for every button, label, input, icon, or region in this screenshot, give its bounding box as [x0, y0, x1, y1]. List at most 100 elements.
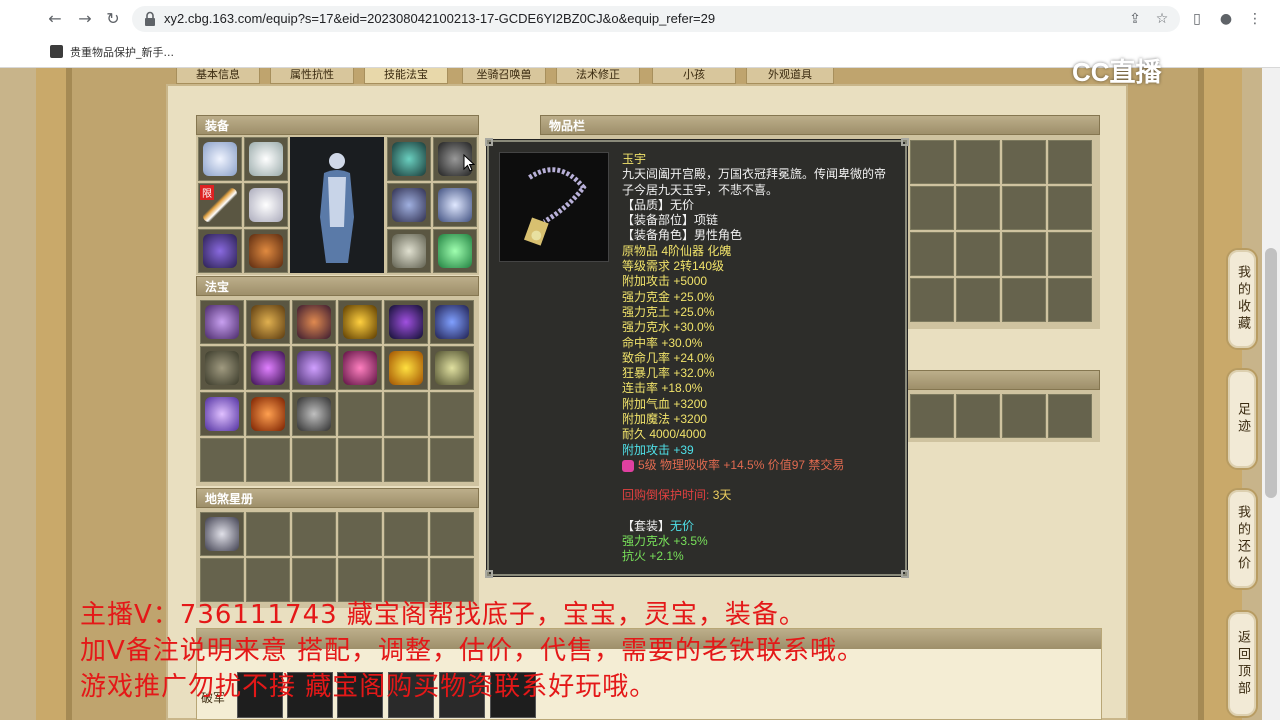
fabao-slot[interactable]	[430, 346, 474, 390]
disha-slot[interactable]	[200, 512, 244, 556]
set-value: 无价	[670, 518, 695, 533]
gem-text: 5级 物理吸收率 +14.5% 价值97 禁交易	[638, 457, 845, 472]
inventory-slot[interactable]	[956, 232, 1000, 276]
fabao-slot-empty[interactable]	[338, 392, 382, 436]
stat-line: 强力克水 +30.0%	[622, 320, 715, 335]
inventory-slot[interactable]	[1002, 278, 1046, 322]
inventory-slot[interactable]	[1048, 186, 1092, 230]
scroll-thumb[interactable]	[1265, 248, 1277, 498]
fabao-slot[interactable]	[384, 346, 428, 390]
fabao-slot[interactable]	[292, 392, 336, 436]
equip-slot-armor[interactable]	[244, 183, 288, 227]
inventory-slot[interactable]	[956, 394, 1000, 438]
inventory-slot[interactable]	[1002, 232, 1046, 276]
stat-line: 【品质】无价	[622, 197, 695, 212]
equip-slot-weapon[interactable]: 限	[198, 183, 242, 227]
reload-icon[interactable]: ↻	[102, 8, 124, 30]
inventory-slot[interactable]	[1002, 186, 1046, 230]
footprint-button[interactable]: 足迹	[1226, 368, 1258, 470]
fabao-slot[interactable]	[338, 300, 382, 344]
fabao-slot[interactable]	[338, 346, 382, 390]
fabao-slot[interactable]	[292, 346, 336, 390]
limit-badge: 限	[200, 185, 214, 200]
fabao-slot[interactable]	[292, 300, 336, 344]
inventory-slot[interactable]	[1048, 394, 1092, 438]
inventory-slot[interactable]	[910, 186, 954, 230]
fabao-slot-empty[interactable]	[430, 438, 474, 482]
fabao-slot[interactable]	[246, 346, 290, 390]
fabao-slot-empty[interactable]	[200, 438, 244, 482]
fabao-slot-empty[interactable]	[384, 438, 428, 482]
fabao-slot[interactable]	[246, 392, 290, 436]
inventory-slot[interactable]	[1002, 140, 1046, 184]
back-to-top-button[interactable]: 返回顶部	[1226, 610, 1258, 718]
equip-slot-10[interactable]	[387, 229, 431, 273]
inventory-slot[interactable]	[1002, 394, 1046, 438]
bookmark-item[interactable]: 贵重物品保护_新手...	[70, 44, 174, 60]
tab-appearance[interactable]: 外观道具	[746, 68, 834, 84]
tab-basic[interactable]: 基本信息	[176, 68, 260, 84]
set-label: 【套装】	[622, 518, 671, 533]
profile-icon[interactable]: ●	[1215, 8, 1237, 30]
back-icon[interactable]: ←	[44, 8, 66, 30]
tab-child[interactable]: 小孩	[652, 68, 736, 84]
tab-attributes[interactable]: 属性抗性	[270, 68, 354, 84]
tab-spells[interactable]: 法术修正	[556, 68, 640, 84]
stat-line: 原物品 4阶仙器 化魄	[622, 243, 732, 258]
equip-slot-necklace[interactable]	[244, 137, 288, 181]
address-bar[interactable]: xy2.cbg.163.com/equip?s=17&eid=202308042…	[132, 6, 1180, 32]
stat-line: 狂暴几率 +32.0%	[622, 366, 715, 381]
stat-line: 附加气血 +3200	[622, 396, 708, 411]
disha-slot-empty[interactable]	[430, 512, 474, 556]
disha-slot-empty[interactable]	[292, 512, 336, 556]
inventory-slot[interactable]	[1048, 278, 1092, 322]
fabao-slot[interactable]	[200, 392, 244, 436]
inventory-slot[interactable]	[910, 232, 954, 276]
browser-navbar: ← → ↻ xy2.cbg.163.com/equip?s=17&eid=202…	[0, 0, 1280, 38]
inventory-slot[interactable]	[1048, 140, 1092, 184]
equip-slot-hat[interactable]	[198, 137, 242, 181]
protect-label: 回购倒保护时间:	[622, 488, 710, 503]
bookmark-star-icon[interactable]: ☆	[1151, 8, 1173, 30]
disha-slot-empty[interactable]	[246, 512, 290, 556]
fabao-slot-empty[interactable]	[246, 438, 290, 482]
necklace-image	[499, 152, 609, 262]
equip-slot-11[interactable]	[433, 229, 477, 273]
fabao-slot[interactable]	[384, 300, 428, 344]
favorites-button[interactable]: 我的收藏	[1226, 248, 1258, 350]
equip-slot-9[interactable]	[433, 183, 477, 227]
fabao-slot-empty[interactable]	[292, 438, 336, 482]
fabao-slot-empty[interactable]	[384, 392, 428, 436]
inventory-slot[interactable]	[956, 140, 1000, 184]
fabao-slot[interactable]	[200, 346, 244, 390]
disha-slot-empty[interactable]	[338, 512, 382, 556]
inventory-slot[interactable]	[956, 278, 1000, 322]
fabao-slot[interactable]	[200, 300, 244, 344]
my-bargain-button[interactable]: 我的还价	[1226, 488, 1258, 590]
share-icon[interactable]: ⇪	[1124, 8, 1146, 30]
cc-live-logo: CC直播	[1072, 57, 1162, 87]
equip-slot-belt[interactable]	[198, 229, 242, 273]
sidepanel-icon[interactable]: ▯	[1186, 8, 1208, 30]
equip-slot-8[interactable]	[387, 183, 431, 227]
tab-skills[interactable]: 技能法宝	[364, 68, 448, 84]
equip-slot-shoes[interactable]	[244, 229, 288, 273]
inventory-slot[interactable]	[1048, 232, 1092, 276]
equip-slot-6[interactable]	[387, 137, 431, 181]
inventory-slot[interactable]	[910, 394, 954, 438]
fabao-slot-empty[interactable]	[338, 438, 382, 482]
promo-line-3: 游戏推广勿扰不接 藏宝阁购买物资联系好玩哦。	[80, 672, 657, 702]
disha-slot-empty[interactable]	[384, 512, 428, 556]
menu-icon[interactable]: ⋮	[1244, 8, 1266, 30]
page-scrollbar[interactable]	[1262, 68, 1280, 720]
protect-value: 3天	[712, 488, 732, 503]
inventory-slot[interactable]	[956, 186, 1000, 230]
forward-icon[interactable]: →	[74, 8, 96, 30]
fabao-slot[interactable]	[430, 300, 474, 344]
tab-mounts[interactable]: 坐骑召唤兽	[462, 68, 546, 84]
fabao-slot[interactable]	[246, 300, 290, 344]
inventory-slot[interactable]	[910, 140, 954, 184]
inventory-slot[interactable]	[910, 278, 954, 322]
fabao-slot-empty[interactable]	[430, 392, 474, 436]
promo-line-1: 主播V：736111743 藏宝阁帮找底子，宝宝，灵宝，装备。	[80, 600, 806, 630]
